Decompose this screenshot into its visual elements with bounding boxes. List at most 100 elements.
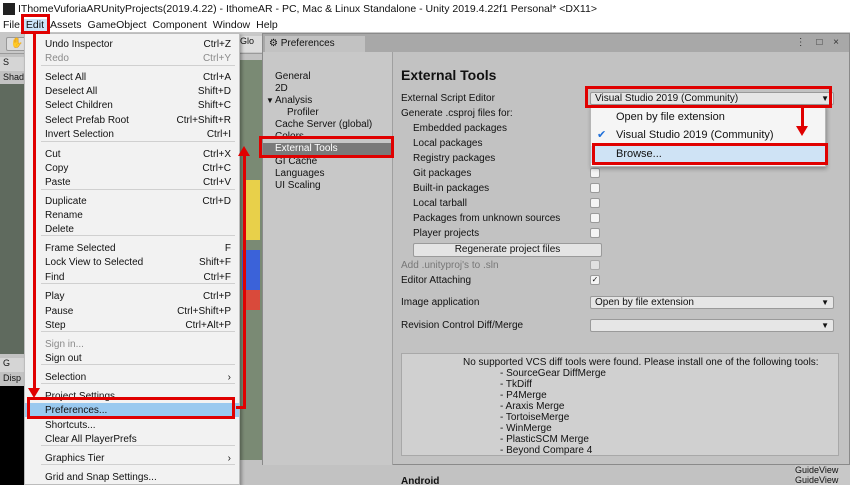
menu-item-label: Redo [45, 52, 69, 64]
game-tab[interactable]: G [0, 358, 25, 372]
menu-component[interactable]: Component [149, 19, 209, 31]
arrow-head-icon [238, 146, 250, 156]
menu-window[interactable]: Window [210, 19, 253, 31]
edit-menu-item-cut[interactable]: Cut Ctrl+X [25, 147, 239, 161]
edit-menu-item-duplicate[interactable]: Duplicate Ctrl+D [25, 194, 239, 208]
window-controls[interactable]: ⋮ □ × [796, 37, 843, 48]
arrow-head-icon [28, 388, 40, 398]
menu-item-label: Selection [45, 371, 87, 383]
edit-menu-item-lock-view-to-selected[interactable]: Lock View to Selected Shift+F [25, 255, 239, 269]
window-title: IThomeVuforiaARUnityProjects(2019.4.22) … [18, 2, 597, 15]
sidebar-item-general[interactable]: General [275, 71, 311, 83]
sidebar-item-2d[interactable]: 2D [275, 83, 288, 95]
menu-item-shortcut: Ctrl+Shift+P [177, 305, 231, 317]
edit-menu-item-select-all[interactable]: Select All Ctrl+A [25, 70, 239, 84]
edit-menu-item-delete[interactable]: Delete [25, 222, 239, 236]
menu-item-label: Paste [45, 176, 71, 188]
regenerate-project-files-button[interactable]: Regenerate project files [413, 243, 602, 257]
vcs-message: No supported VCS diff tools were found. … [463, 357, 819, 368]
edit-menu-item-rename[interactable]: Rename [25, 208, 239, 222]
edit-menu-item-pause[interactable]: Pause Ctrl+Shift+P [25, 304, 239, 318]
edit-menu-item-deselect-all[interactable]: Deselect All Shift+D [25, 84, 239, 98]
pkg-label-player: Player projects [413, 228, 480, 239]
sidebar-item-profiler[interactable]: Profiler [287, 107, 319, 119]
add-unityproj-checkbox[interactable] [590, 260, 600, 270]
menu-item-label: Play [45, 290, 65, 302]
pkg-checkbox-git[interactable] [590, 168, 600, 178]
vcs-tool: - PlasticSCM Merge [500, 434, 589, 445]
edit-menu-item-invert-selection[interactable]: Invert Selection Ctrl+I [25, 127, 239, 141]
edit-menu-item-find[interactable]: Find Ctrl+F [25, 270, 239, 284]
sidebar-item-cache-server[interactable]: Cache Server (global) [275, 119, 372, 131]
menu-item-label: Sign in... [45, 338, 84, 350]
menu-assets[interactable]: Assets [47, 19, 85, 31]
scene-view[interactable] [0, 84, 25, 354]
pkg-label-git: Git packages [413, 168, 472, 179]
generate-csproj-label: Generate .csproj files for: [401, 108, 513, 119]
edit-menu-item-select-prefab-root[interactable]: Select Prefab Root Ctrl+Shift+R [25, 113, 239, 127]
menu-separator [41, 65, 235, 66]
sidebar-item-analysis[interactable]: Analysis [275, 95, 312, 107]
popup-option-visual-studio[interactable]: ✔ Visual Studio 2019 (Community) [591, 127, 825, 144]
pkg-checkbox-builtin[interactable] [590, 183, 600, 193]
edit-menu-item-shortcuts[interactable]: Shortcuts... [25, 418, 239, 432]
edit-menu-item-sign-out[interactable]: Sign out [25, 351, 239, 365]
edit-menu-item-redo[interactable]: Redo Ctrl+Y [25, 51, 239, 65]
menu-item-label: Lock View to Selected [45, 256, 144, 268]
arrow-head-icon [796, 126, 808, 136]
menu-item-label: Graphics Tier [45, 452, 105, 464]
revision-control-dropdown[interactable]: ▼ [590, 319, 834, 332]
edit-menu-item-frame-selected[interactable]: Frame Selected F [25, 241, 239, 255]
title-bar: IThomeVuforiaARUnityProjects(2019.4.22) … [0, 0, 850, 17]
glo-tab[interactable]: Glo [240, 36, 262, 52]
popup-option-label: Visual Studio 2019 (Community) [616, 129, 774, 141]
menu-separator [41, 189, 235, 190]
list-item[interactable]: GuideView [795, 475, 850, 485]
annotation-arrow-preferences-vertical [243, 155, 246, 409]
popup-option-open-by-extension[interactable]: Open by file extension [591, 109, 825, 126]
pkg-label-tarball: Local tarball [413, 198, 467, 209]
edit-menu-item-selection[interactable]: Selection › [25, 370, 239, 384]
edit-menu-item-grid-and-snap-settings[interactable]: Grid and Snap Settings... [25, 470, 239, 484]
editor-attaching-label: Editor Attaching [401, 275, 472, 286]
menu-item-label: Shortcuts... [45, 419, 96, 431]
menu-item-shortcut: Ctrl+V [202, 176, 231, 188]
annotation-arrow-dropdown-to-browse [801, 108, 804, 128]
menu-item-label: Cut [45, 148, 61, 160]
game-view [0, 386, 25, 485]
menu-file[interactable]: File [0, 19, 23, 31]
edit-menu-item-sign-in[interactable]: Sign in... [25, 337, 239, 351]
expand-arrow-icon[interactable]: ▼ [266, 96, 274, 105]
add-unityproj-label: Add .unityproj's to .sln [401, 260, 499, 271]
preferences-tab-bar: ⚙ Preferences ⋮ □ × [263, 34, 849, 52]
menu-item-label: Rename [45, 209, 83, 221]
menu-item-shortcut: Ctrl+A [202, 71, 231, 83]
display-select[interactable]: Disp [0, 373, 25, 385]
sidebar-item-languages[interactable]: Languages [275, 168, 325, 180]
edit-menu-item-graphics-tier[interactable]: Graphics Tier › [25, 451, 239, 465]
chevron-down-icon: ▼ [821, 321, 829, 330]
edit-menu-item-step[interactable]: Step Ctrl+Alt+P [25, 318, 239, 332]
image-application-dropdown[interactable]: Open by file extension ▼ [590, 296, 834, 309]
preferences-tab[interactable]: ⚙ Preferences [265, 36, 365, 52]
edit-menu-item-undo-inspector[interactable]: Undo Inspector Ctrl+Z [25, 37, 239, 51]
pkg-checkbox-unknown[interactable] [590, 213, 600, 223]
menu-item-label: Select Prefab Root [45, 114, 129, 126]
menu-item-label: Undo Inspector [45, 38, 113, 50]
revision-control-label: Revision Control Diff/Merge [401, 320, 524, 331]
menu-gameobject[interactable]: GameObject [85, 19, 150, 31]
edit-menu-item-clear-all-playerprefs[interactable]: Clear All PlayerPrefs [25, 432, 239, 446]
menu-item-label: Select All [45, 71, 87, 83]
pkg-checkbox-tarball[interactable] [590, 198, 600, 208]
edit-menu-item-copy[interactable]: Copy Ctrl+C [25, 161, 239, 175]
pkg-checkbox-player[interactable] [590, 228, 600, 238]
edit-menu-item-select-children[interactable]: Select Children Shift+C [25, 98, 239, 112]
edit-menu-item-paste[interactable]: Paste Ctrl+V [25, 175, 239, 189]
list-item[interactable]: GuideView [795, 465, 850, 475]
sidebar-item-ui-scaling[interactable]: UI Scaling [275, 180, 321, 192]
android-heading: Android [401, 476, 440, 485]
edit-menu-item-play[interactable]: Play Ctrl+P [25, 289, 239, 303]
menu-item-label: Grid and Snap Settings... [45, 471, 157, 483]
menu-help[interactable]: Help [253, 19, 281, 31]
editor-attaching-checkbox[interactable]: ✓ [590, 275, 600, 285]
